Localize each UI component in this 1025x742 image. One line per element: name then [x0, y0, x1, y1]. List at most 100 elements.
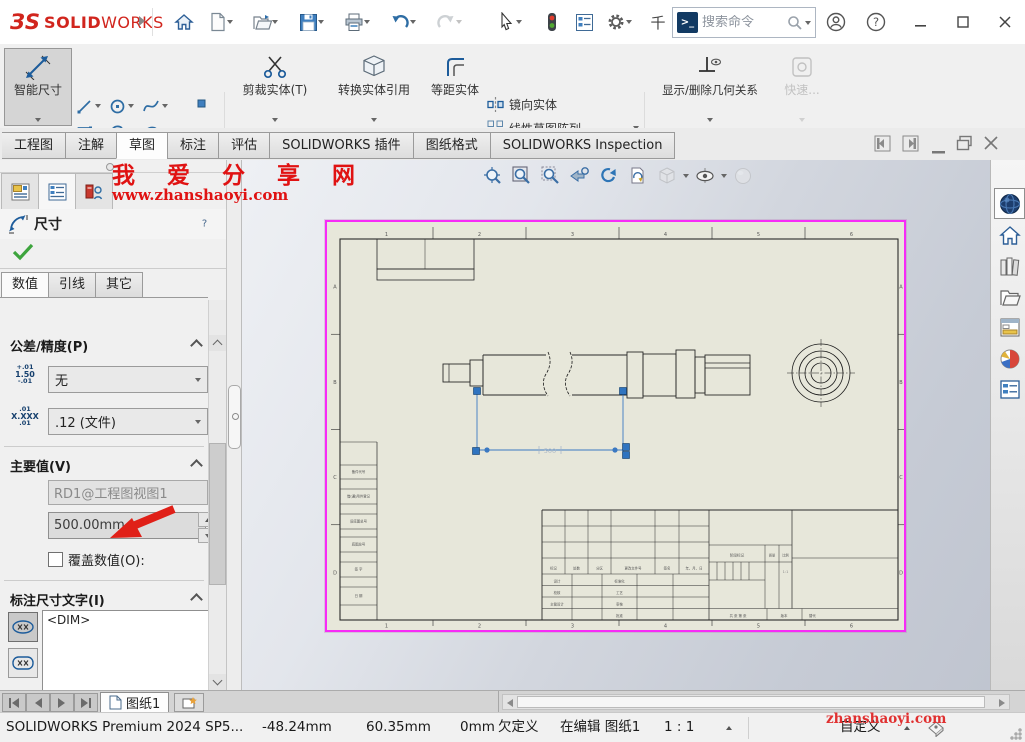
display-delete-relations-button[interactable]: 显示/删除几何关系 — [650, 48, 770, 126]
appearances-button[interactable] — [994, 343, 1025, 374]
circle-tool[interactable] — [109, 94, 139, 118]
tab-property-manager[interactable] — [38, 173, 76, 210]
panel-splitter[interactable] — [226, 160, 242, 690]
display-style-button[interactable] — [692, 163, 718, 189]
tolerance-section-header[interactable]: 公差/精度(P) — [10, 336, 88, 355]
command-tab[interactable]: SOLIDWORKS Inspection — [490, 132, 676, 159]
primary-value-header[interactable]: 主要值(V) — [10, 456, 71, 475]
dim-text-round-button[interactable] — [8, 612, 38, 642]
logo-flyout-icon[interactable] — [138, 15, 146, 30]
dim-text-square-button[interactable] — [8, 648, 38, 678]
display-style-dropdown[interactable] — [721, 174, 727, 178]
dimension-value-field[interactable]: 500.00mm — [48, 512, 206, 539]
panel-help-icon[interactable]: ? — [196, 214, 213, 231]
previous-view-button[interactable] — [567, 163, 593, 189]
solidworks-resources-button[interactable] — [994, 188, 1025, 219]
quick-snaps-button[interactable]: 快速... — [772, 48, 832, 126]
options-dropdown[interactable] — [626, 20, 632, 24]
dimension-text-collapse-icon[interactable] — [190, 593, 203, 606]
rotate-view-button[interactable] — [596, 163, 622, 189]
3d-drawing-view-button[interactable] — [625, 163, 651, 189]
undo-dropdown[interactable] — [410, 20, 416, 24]
select-dropdown[interactable] — [516, 20, 522, 24]
hide-show-items-button[interactable] — [730, 163, 756, 189]
document-minimize-button[interactable] — [932, 144, 946, 158]
xpress-products-button[interactable]: 千 — [644, 7, 672, 37]
home-button[interactable] — [170, 7, 198, 37]
command-tab[interactable]: 标注 — [167, 132, 219, 159]
custom-properties-button[interactable] — [994, 374, 1025, 405]
convert-entities-button[interactable]: 转换实体引用 — [322, 48, 426, 126]
document-close-button[interactable] — [984, 136, 998, 153]
command-tab[interactable]: 评估 — [218, 132, 270, 159]
scrollbar-down-button[interactable] — [209, 674, 226, 690]
tab-feature-manager[interactable] — [1, 173, 39, 210]
units-dropdown[interactable] — [904, 726, 910, 730]
panel-top-splitter[interactable] — [0, 160, 226, 173]
value-tab[interactable]: 引线 — [48, 272, 96, 298]
sheet-tab[interactable]: 图纸1 — [100, 692, 169, 713]
open-dropdown[interactable] — [272, 20, 278, 24]
horizontal-scrollbar-thumb[interactable] — [517, 696, 985, 708]
convert-dropdown[interactable] — [371, 118, 377, 122]
scroll-right-icon[interactable] — [998, 699, 1006, 707]
design-library-button[interactable] — [994, 251, 1025, 282]
point-tool[interactable] — [194, 96, 208, 110]
first-sheet-button[interactable] — [2, 693, 26, 712]
view-orientation-button[interactable] — [654, 163, 680, 189]
spline-dropdown[interactable] — [162, 104, 168, 108]
last-sheet-button[interactable] — [74, 693, 98, 712]
relations-dropdown[interactable] — [707, 118, 713, 122]
account-button[interactable] — [822, 7, 850, 37]
dimension-name-field[interactable]: RD1@工程图视图1 — [48, 480, 208, 505]
redo-dropdown[interactable] — [456, 20, 462, 24]
minimize-button[interactable] — [904, 7, 938, 37]
mirror-entities-button[interactable]: 镜向实体 — [487, 92, 639, 116]
command-list-button[interactable] — [570, 7, 598, 37]
command-tab[interactable]: 注解 — [65, 132, 117, 159]
view-orientation-dropdown[interactable] — [683, 174, 689, 178]
circle-dropdown[interactable] — [128, 104, 134, 108]
line-tool[interactable] — [76, 94, 106, 118]
next-sheet-button[interactable] — [50, 693, 74, 712]
tab-configuration-manager[interactable] — [75, 173, 113, 210]
help-button[interactable]: ? — [862, 7, 890, 37]
zoom-to-fit-button[interactable] — [480, 163, 506, 189]
print-dropdown[interactable] — [364, 20, 370, 24]
close-button[interactable] — [988, 7, 1022, 37]
trim-entities-button[interactable]: 剪裁实体(T) — [229, 48, 321, 126]
previous-pane-button[interactable] — [874, 135, 891, 155]
line-dropdown[interactable] — [95, 104, 101, 108]
offset-entities-button[interactable]: 等距实体 — [427, 48, 483, 126]
add-sheet-button[interactable] — [174, 693, 204, 712]
view-palette-button[interactable] — [994, 312, 1025, 343]
override-checkbox[interactable] — [48, 552, 63, 567]
panel-scrollbar[interactable] — [208, 300, 226, 690]
command-tab[interactable]: 草图 — [116, 132, 168, 159]
maximize-button[interactable] — [946, 7, 980, 37]
zoom-in-out-button[interactable] — [538, 163, 564, 189]
scrollbar-thumb[interactable] — [209, 443, 226, 585]
value-tab[interactable]: 其它 — [95, 272, 143, 298]
tolerance-collapse-icon[interactable] — [190, 339, 203, 352]
command-tab[interactable]: SOLIDWORKS 插件 — [269, 132, 414, 159]
next-pane-button[interactable] — [902, 135, 919, 155]
previous-sheet-button[interactable] — [26, 693, 50, 712]
tag-icon[interactable] — [926, 719, 946, 737]
document-restore-button[interactable] — [956, 135, 973, 155]
sheet-scale[interactable]: 1 : 1 — [664, 713, 694, 742]
scrollbar-up-button[interactable] — [209, 335, 226, 351]
units-custom[interactable]: 自定义 — [840, 713, 881, 742]
zoom-to-area-button[interactable] — [509, 163, 535, 189]
quick-dropdown[interactable] — [799, 118, 805, 122]
performance-evaluation-button[interactable] — [538, 7, 566, 37]
new-document-dropdown[interactable] — [227, 20, 233, 24]
dimension-text-area[interactable]: <DIM> — [42, 610, 214, 690]
scroll-left-icon[interactable] — [506, 699, 514, 707]
primary-collapse-icon[interactable] — [190, 459, 203, 472]
trim-dropdown[interactable] — [272, 118, 278, 122]
home-pane-button[interactable] — [994, 220, 1025, 251]
resize-grip[interactable] — [1010, 728, 1022, 740]
scale-dropdown[interactable] — [726, 726, 732, 730]
precision-select[interactable]: .12 (文件) — [48, 408, 208, 435]
